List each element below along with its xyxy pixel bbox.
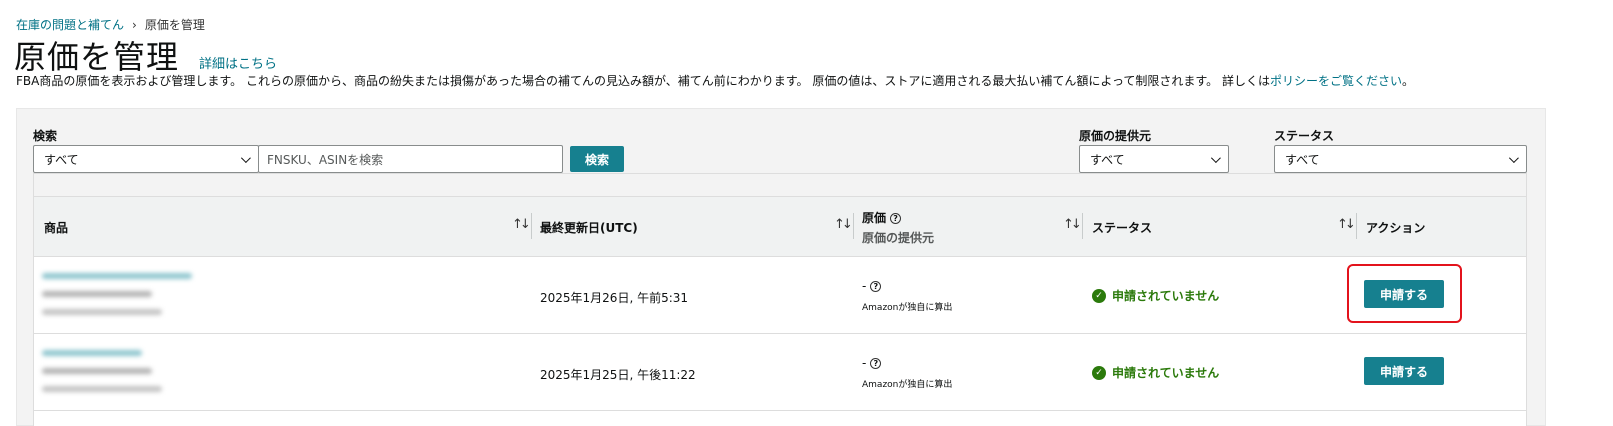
check-circle-icon: ✓: [1092, 365, 1106, 380]
status-text: 申請されていません: [1112, 289, 1220, 303]
blurred-text: [42, 350, 142, 356]
status-badge: ✓ 申請されていません: [1092, 287, 1219, 304]
cost-value: -?: [862, 279, 882, 293]
cost-header-line: 原価?: [862, 209, 902, 226]
column-divider: [1356, 213, 1357, 239]
column-divider: [853, 213, 854, 239]
blurred-text: [42, 386, 162, 392]
product-info-redacted: [42, 269, 332, 327]
apply-button[interactable]: 申請する: [1364, 357, 1444, 385]
check-circle-icon: ✓: [1092, 288, 1106, 303]
help-icon[interactable]: ?: [870, 280, 882, 292]
search-scope-select[interactable]: すべて: [33, 145, 259, 173]
column-divider: [531, 213, 532, 239]
cost-value: -?: [862, 356, 882, 370]
breadcrumb: 在庫の問題と補てん › 原価を管理: [16, 16, 205, 33]
product-info-redacted: [42, 346, 332, 404]
breadcrumb-link-inventory-issues[interactable]: 在庫の問題と補てん: [16, 16, 124, 33]
cost-value-text: -: [862, 279, 867, 293]
status-select[interactable]: すべて: [1274, 145, 1527, 173]
description-text: FBA商品の原価を表示および管理します。 これらの原価から、商品の紛失または損傷…: [16, 74, 1270, 88]
search-scope-value: すべて: [44, 152, 79, 167]
search-input[interactable]: FNSKU、ASINを検索: [258, 145, 563, 173]
blurred-text: [42, 273, 192, 279]
cost-source-value: Amazonが独自に算出: [862, 380, 953, 390]
cost-table: 商品 ↑↓ 最終更新日(UTC) ↑↓ 原価? 原価の提供元 ↑↓ ステータス …: [33, 173, 1527, 426]
policy-link[interactable]: ポリシーをご覧ください: [1270, 74, 1402, 88]
status-badge: ✓ 申請されていません: [1092, 364, 1219, 381]
blurred-text: [42, 309, 162, 315]
column-header-last-updated: 最終更新日(UTC): [540, 220, 638, 235]
table-header: 商品 ↑↓ 最終更新日(UTC) ↑↓ 原価? 原価の提供元 ↑↓ ステータス …: [34, 197, 1526, 257]
help-icon[interactable]: ?: [870, 357, 882, 369]
details-link[interactable]: 詳細はこちら: [199, 53, 277, 72]
column-divider: [1082, 213, 1083, 239]
table-row: 2025年1月25日, 午後11:22 -? Amazonが独自に算出 ✓ 申請…: [34, 334, 1526, 411]
cost-source-value: Amazonが独自に算出: [862, 303, 953, 313]
table-toolbar: [34, 173, 1526, 197]
blurred-text: [42, 291, 152, 297]
cost-value-text: -: [862, 356, 867, 370]
search-label: 検索: [33, 129, 58, 143]
last-updated-value: 2025年1月25日, 午後11:22: [540, 368, 696, 382]
chevron-down-icon: [1210, 152, 1221, 163]
blurred-text: [42, 368, 152, 374]
sort-icon[interactable]: ↑↓: [1063, 217, 1082, 232]
sort-icon[interactable]: ↑↓: [1337, 217, 1356, 232]
status-select-value: すべて: [1285, 152, 1320, 167]
chevron-down-icon: [240, 152, 251, 163]
sort-icon[interactable]: ↑↓: [512, 217, 531, 232]
page-description: FBA商品の原価を表示および管理します。 これらの原価から、商品の紛失または損傷…: [16, 72, 1414, 89]
breadcrumb-current: 原価を管理: [144, 18, 205, 32]
help-icon[interactable]: ?: [890, 212, 902, 224]
status-text: 申請されていません: [1112, 366, 1220, 380]
status-filter-label: ステータス: [1274, 129, 1335, 143]
apply-button[interactable]: 申請する: [1364, 280, 1444, 308]
column-header-status: ステータス: [1092, 220, 1153, 235]
search-placeholder: FNSKU、ASINを検索: [267, 152, 384, 167]
search-button[interactable]: 検索: [570, 146, 624, 172]
cost-source-select-value: すべて: [1090, 152, 1125, 167]
table-row: 2025年1月26日, 午前5:31 -? Amazonが独自に算出 ✓ 申請さ…: [34, 257, 1526, 334]
column-header-product: 商品: [44, 220, 69, 235]
cost-management-panel: 検索 すべて FNSKU、ASINを検索 検索 原価の提供元 すべて ステータス…: [16, 108, 1546, 426]
sort-icon[interactable]: ↑↓: [834, 217, 853, 232]
chevron-down-icon: [1508, 152, 1519, 163]
description-suffix: 。: [1402, 74, 1415, 88]
cost-source-select[interactable]: すべて: [1079, 145, 1229, 173]
column-header-cost: 原価? 原価の提供元: [862, 197, 934, 257]
cost-header-label: 原価: [862, 210, 887, 225]
cost-source-header-label: 原価の提供元: [862, 230, 935, 245]
column-header-action: アクション: [1366, 220, 1426, 235]
last-updated-value: 2025年1月26日, 午前5:31: [540, 291, 689, 305]
breadcrumb-separator-icon: ›: [132, 17, 137, 32]
cost-source-filter-label: 原価の提供元: [1079, 129, 1152, 143]
